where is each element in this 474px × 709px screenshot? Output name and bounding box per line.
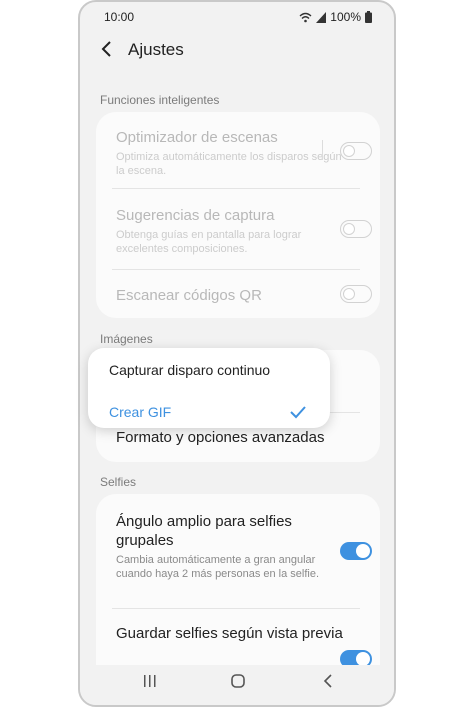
home-icon[interactable] bbox=[230, 673, 246, 689]
setting-shot-suggestions[interactable]: Sugerencias de captura Obtenga guías en … bbox=[116, 206, 346, 256]
continuous-shot-popup: Capturar disparo continuo Crear GIF bbox=[88, 348, 330, 428]
setting-title: Escanear códigos QR bbox=[116, 287, 262, 304]
divider bbox=[112, 608, 360, 609]
scan-qr-toggle[interactable] bbox=[340, 285, 372, 303]
popup-option-burst[interactable]: Capturar disparo continuo bbox=[109, 362, 270, 378]
recent-apps-icon[interactable] bbox=[142, 673, 158, 689]
setting-title: Formato y opciones avanzadas bbox=[116, 429, 325, 446]
selfies-card: Ángulo amplio para selfies grupales Camb… bbox=[96, 494, 380, 694]
chevron-left-icon[interactable] bbox=[100, 40, 112, 58]
setting-wide-angle-selfie[interactable]: Ángulo amplio para selfies grupales Camb… bbox=[116, 512, 346, 581]
setting-subtitle: Cambia automáticamente a gran angular cu… bbox=[116, 554, 320, 580]
status-bar: 10:00 100% bbox=[80, 2, 394, 32]
status-time: 10:00 bbox=[104, 10, 135, 24]
section-label-selfies: Selfies bbox=[100, 475, 137, 489]
setting-title: Optimizador de escenas bbox=[116, 129, 278, 146]
status-right: 100% bbox=[299, 10, 372, 24]
wifi-icon bbox=[299, 12, 312, 22]
setting-subtitle: Obtenga guías en pantalla para lograr ex… bbox=[116, 229, 302, 255]
page-title: Ajustes bbox=[128, 40, 184, 59]
setting-scene-optimizer[interactable]: Optimizador de escenas Optimiza automáti… bbox=[116, 128, 346, 178]
navigation-bar bbox=[80, 665, 394, 705]
check-icon bbox=[290, 406, 306, 419]
setting-title: Ángulo amplio para selfies grupales bbox=[116, 513, 292, 549]
section-label-images: Imágenes bbox=[100, 332, 153, 346]
setting-scan-qr[interactable]: Escanear códigos QR bbox=[116, 286, 346, 305]
setting-format-advanced[interactable]: Formato y opciones avanzadas bbox=[116, 428, 346, 447]
setting-title: Sugerencias de captura bbox=[116, 207, 275, 224]
battery-icon bbox=[365, 11, 372, 23]
divider bbox=[112, 188, 360, 189]
section-label-smart: Funciones inteligentes bbox=[100, 93, 220, 107]
setting-subtitle: Optimiza automáticamente los disparos se… bbox=[116, 151, 342, 177]
smart-card: Optimizador de escenas Optimiza automáti… bbox=[96, 112, 380, 318]
wide-angle-toggle[interactable] bbox=[340, 542, 372, 560]
scene-optimizer-toggle[interactable] bbox=[340, 142, 372, 160]
shot-suggestions-toggle[interactable] bbox=[340, 220, 372, 238]
back-nav-icon[interactable] bbox=[320, 673, 336, 689]
signal-icon bbox=[316, 11, 327, 23]
vertical-separator bbox=[322, 140, 323, 160]
divider bbox=[112, 269, 360, 270]
app-header: Ajustes bbox=[80, 32, 394, 72]
setting-save-selfie-preview[interactable]: Guardar selfies según vista previa bbox=[116, 624, 346, 643]
battery-percent: 100% bbox=[330, 10, 361, 24]
setting-title: Guardar selfies según vista previa bbox=[116, 625, 343, 642]
popup-option-gif[interactable]: Crear GIF bbox=[109, 404, 171, 420]
